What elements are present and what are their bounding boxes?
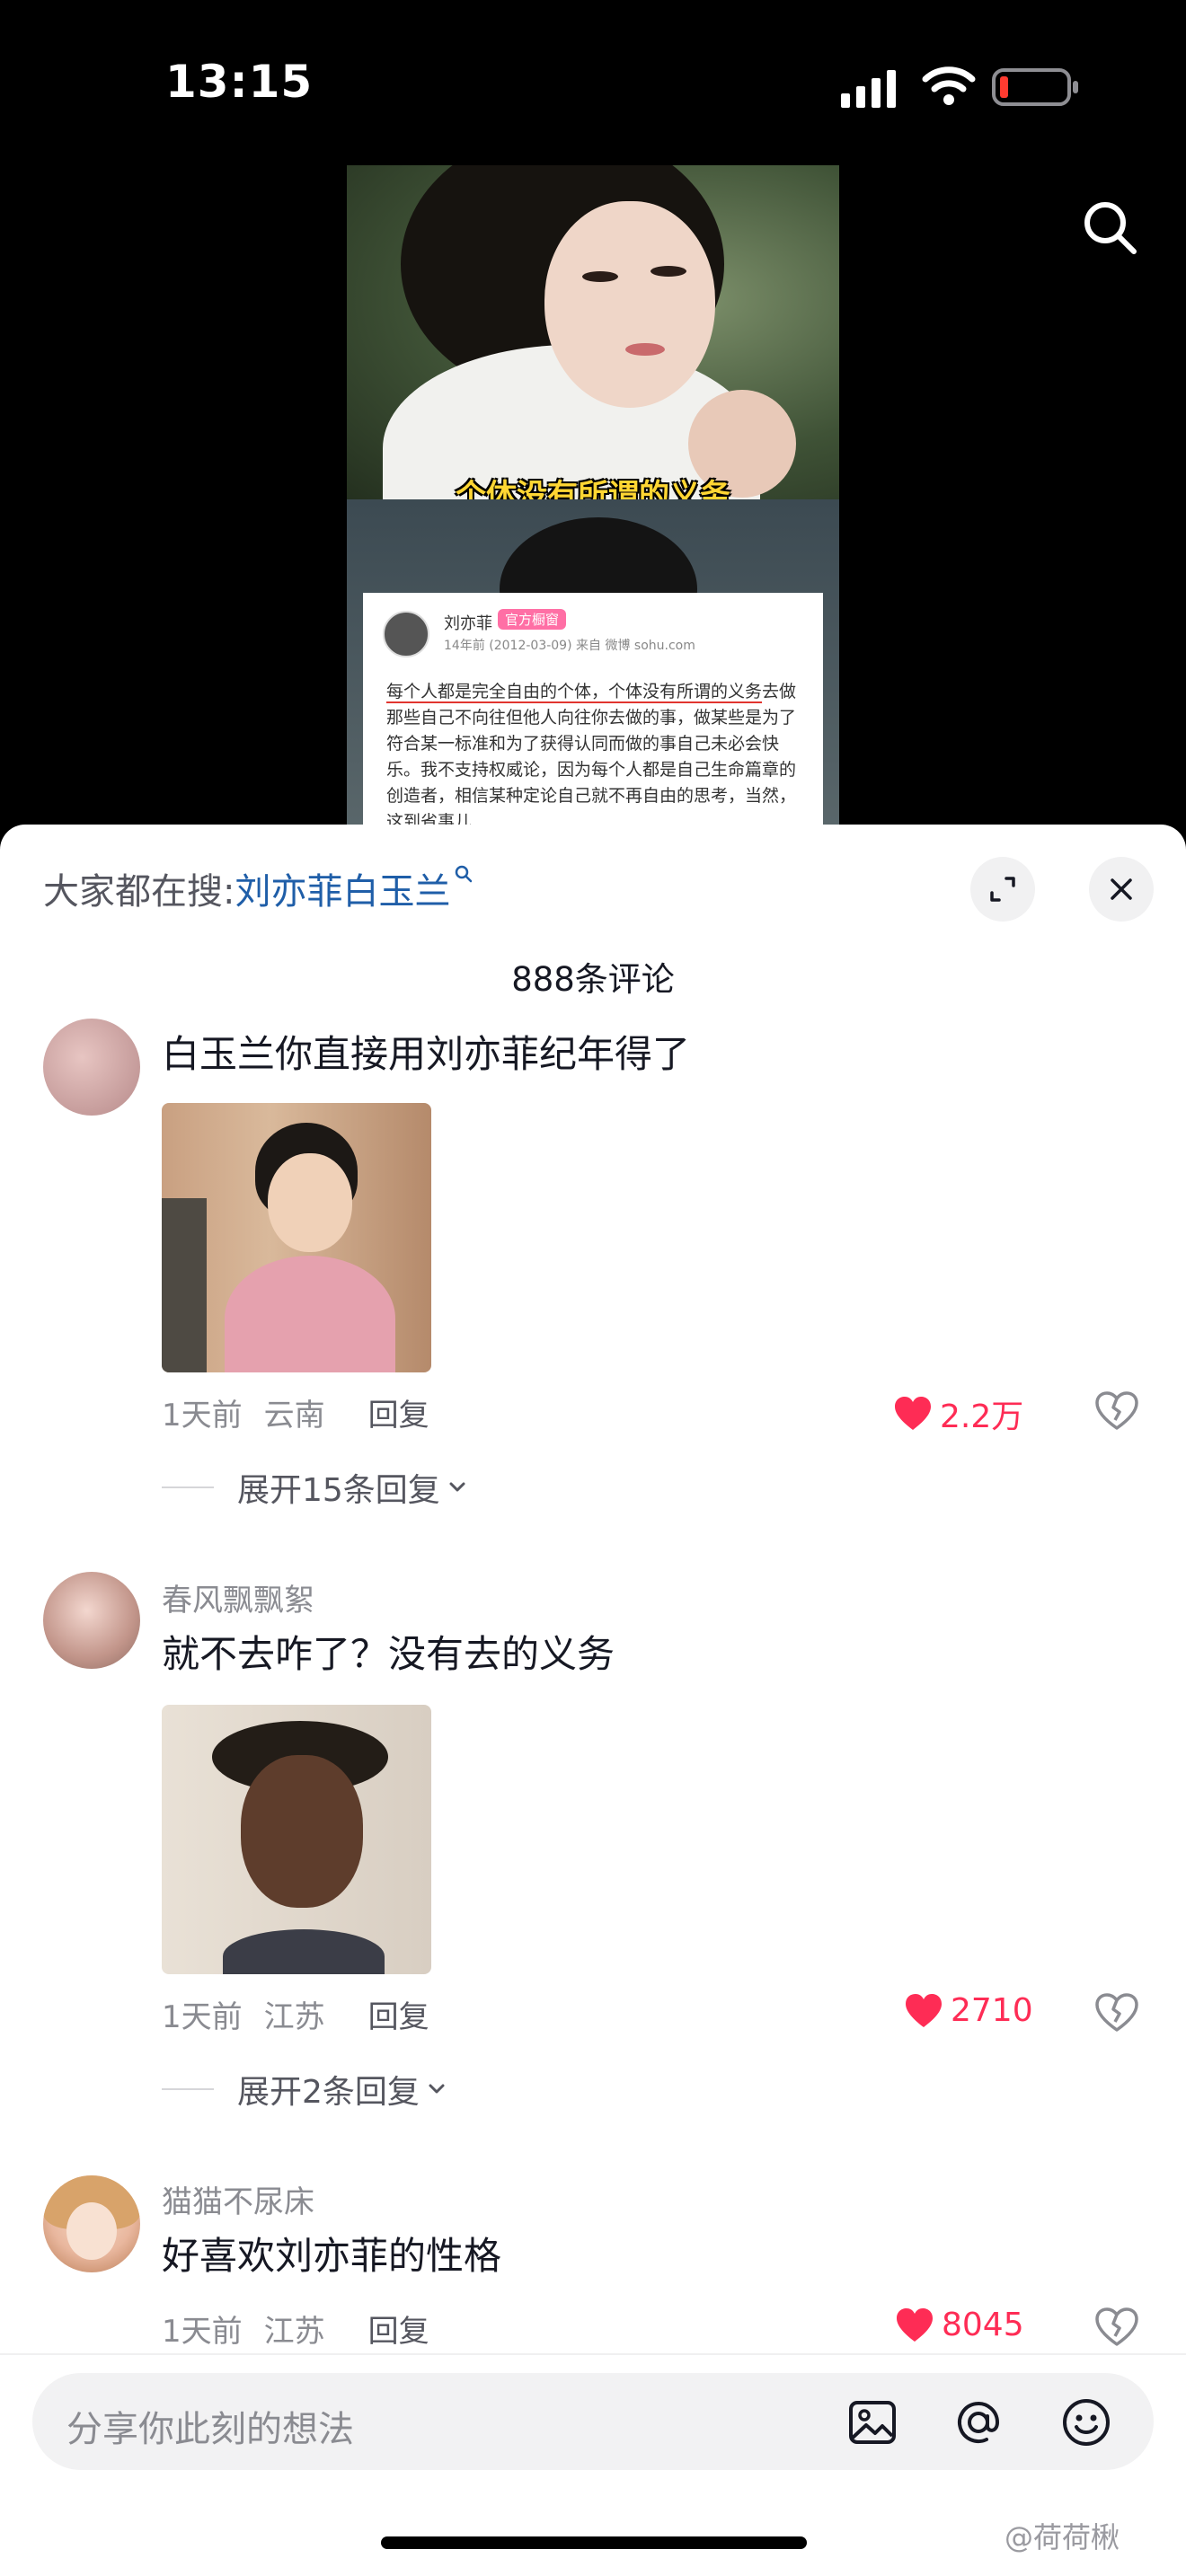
broken-heart-icon[interactable]	[1094, 1390, 1139, 1432]
close-button[interactable]	[1089, 857, 1154, 922]
like-count: 2.2万	[940, 1398, 1024, 1435]
like-button[interactable]: 8045	[895, 2307, 1024, 2343]
reply-button[interactable]: 回复	[368, 1398, 429, 1434]
video-player[interactable]: 个体没有所谓的义务 刘亦菲 官方橱窗 14年前 (2012-03-09) 来自 …	[347, 165, 839, 825]
comment-input[interactable]: 分享你此刻的想法	[32, 2373, 1154, 2470]
comment-meta: 1天前 云南 回复	[162, 1390, 429, 1434]
weibo-text: 每个人都是完全自由的个体，个体没有所谓的义务去做那些自己不向往但他人向往你去做的…	[386, 679, 805, 825]
chevron-down-icon	[449, 1482, 465, 1492]
search-small-icon	[456, 865, 473, 883]
comment-location: 云南	[263, 1398, 325, 1434]
comment-username[interactable]: 猫猫不尿床	[162, 2177, 314, 2221]
weibo-post-card: 刘亦菲 官方橱窗 14年前 (2012-03-09) 来自 微博 sohu.co…	[363, 593, 823, 825]
comment-location: 江苏	[263, 2314, 325, 2350]
at-icon[interactable]	[952, 2396, 1005, 2448]
close-icon	[1111, 878, 1132, 900]
comment-image[interactable]	[162, 1103, 431, 1372]
comment-meta: 1天前 江苏 回复	[162, 1992, 429, 2036]
weibo-badge: 官方橱窗	[498, 609, 567, 630]
weibo-author: 刘亦菲	[444, 614, 492, 633]
comment-input-placeholder: 分享你此刻的想法	[66, 2409, 354, 2450]
expand-replies-label: 展开15条回复	[237, 1472, 440, 1509]
comment-username[interactable]: 春风飘飘絮	[162, 1575, 314, 1619]
search-suggestion-prefix: 大家都在搜:	[43, 871, 235, 913]
comment-text: 白玉兰你直接用刘亦菲纪年得了	[162, 1032, 691, 1076]
comment-time: 1天前	[162, 1398, 243, 1434]
battery-icon	[992, 68, 1078, 106]
avatar[interactable]	[43, 1572, 140, 1669]
emoji-icon[interactable]	[1060, 2396, 1112, 2448]
search-suggestion[interactable]: 大家都在搜:刘亦菲白玉兰	[43, 862, 474, 914]
status-time: 13:15	[165, 56, 314, 108]
watermark: @荷荷楸	[1005, 2520, 1120, 2554]
signal-icon	[841, 70, 896, 108]
like-count: 2710	[951, 1992, 1033, 2029]
weibo-text-highlight: 每个人都是完全自由的个体，个体没有所谓的义务	[386, 682, 763, 703]
broken-heart-icon[interactable]	[1094, 2307, 1139, 2348]
avatar[interactable]	[43, 1019, 140, 1116]
comment-meta: 1天前 江苏 回复	[162, 2307, 429, 2351]
expand-replies-button[interactable]: 展开2条回复	[162, 2066, 448, 2113]
comment-location: 江苏	[263, 1999, 325, 2035]
like-button[interactable]: 2710	[904, 1992, 1033, 2029]
home-indicator	[381, 2536, 807, 2549]
heart-icon	[906, 1993, 942, 2027]
video-frame-photo	[347, 165, 839, 551]
comment-text: 好喜欢刘亦菲的性格	[162, 2234, 502, 2278]
weibo-avatar	[383, 611, 429, 657]
heart-icon	[897, 2307, 933, 2342]
comment-input-bar: 分享你此刻的想法 @荷荷楸	[0, 2353, 1186, 2576]
wifi-icon	[922, 66, 976, 105]
search-icon[interactable]	[1078, 196, 1141, 259]
image-icon[interactable]	[846, 2396, 898, 2448]
reply-button[interactable]: 回复	[368, 1999, 429, 2035]
expand-replies-label: 展开2条回复	[237, 2074, 420, 2111]
comment-image[interactable]	[162, 1705, 431, 1974]
broken-heart-icon[interactable]	[1094, 1992, 1139, 2033]
heart-icon	[895, 1397, 931, 1430]
comment-sheet: 大家都在搜:刘亦菲白玉兰 888条评论 白玉兰你直接用刘亦菲纪年得了 1天前 云南…	[0, 825, 1186, 2576]
comment-count: 888条评论	[511, 960, 675, 999]
expand-replies-button[interactable]: 展开15条回复	[162, 1464, 469, 1511]
chevron-down-icon	[429, 2084, 445, 2094]
weibo-meta: 14年前 (2012-03-09) 来自 微博 sohu.com	[444, 639, 695, 653]
weibo-text-rest: 去做那些自己不向往但他人向往你去做的事，做某些是为了符合某一标准和为了获得认同而…	[386, 682, 797, 825]
reply-button[interactable]: 回复	[368, 2314, 429, 2350]
expand-icon	[990, 877, 1015, 902]
expand-button[interactable]	[970, 857, 1035, 922]
like-button[interactable]: 2.2万	[893, 1390, 1023, 1437]
comment-time: 1天前	[162, 2314, 243, 2350]
avatar[interactable]	[43, 2175, 140, 2272]
comment-time: 1天前	[162, 1999, 243, 2035]
search-suggestion-term[interactable]: 刘亦菲白玉兰	[235, 871, 450, 913]
comment-text: 就不去咋了？没有去的义务	[162, 1632, 615, 1676]
like-count: 8045	[942, 2307, 1024, 2343]
